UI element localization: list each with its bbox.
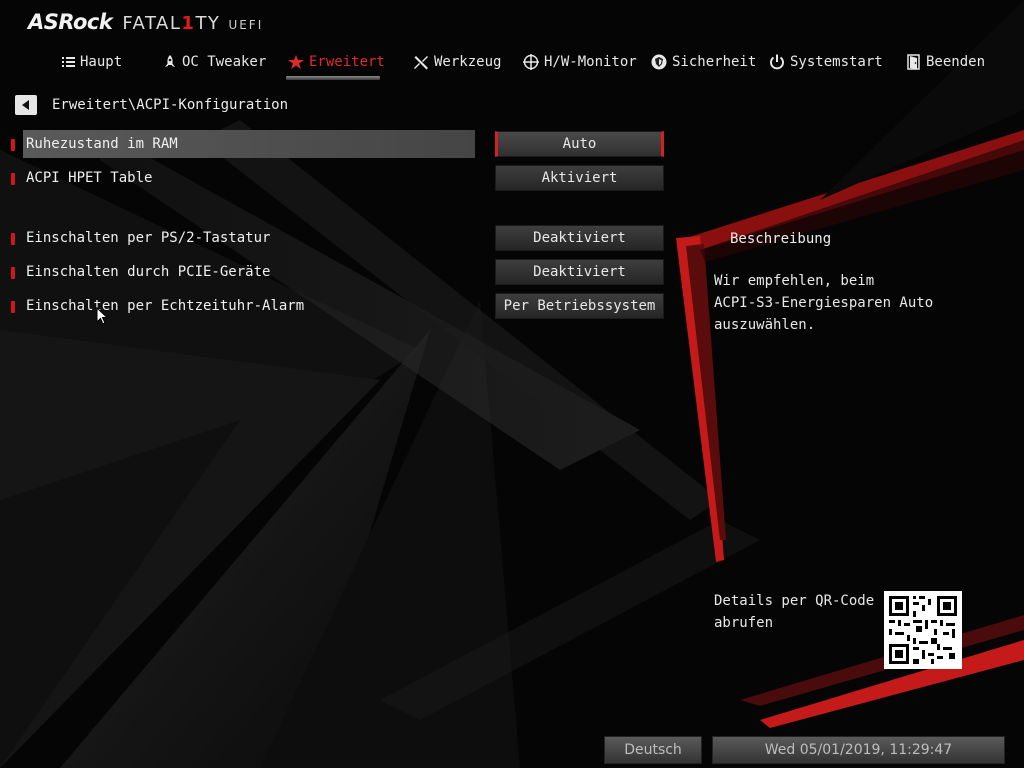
- setting-label: Einschalten per Echtzeituhr-Alarm: [26, 298, 305, 314]
- row-marker: [11, 267, 15, 279]
- tab-erweitert-label: Erweitert: [309, 54, 385, 70]
- logo-product-pre: FATAL: [122, 13, 182, 34]
- datetime-display: Wed 05/01/2019, 11:29:47: [712, 736, 1005, 764]
- setting-value-dropdown[interactable]: Deaktiviert: [495, 259, 664, 285]
- logo-brand: ASRock: [28, 10, 113, 34]
- mouse-cursor: [96, 306, 109, 329]
- tab-beenden[interactable]: Beenden: [907, 50, 985, 74]
- crosshair-icon: [523, 54, 539, 70]
- description-title: Beschreibung: [730, 231, 832, 247]
- tab-oc-tweaker[interactable]: OC Tweaker: [163, 50, 266, 74]
- tab-systemstart[interactable]: Systemstart: [769, 50, 883, 74]
- setting-value-dropdown[interactable]: Auto: [495, 131, 664, 157]
- language-button[interactable]: Deutsch: [604, 736, 702, 764]
- tab-systemstart-label: Systemstart: [790, 54, 883, 70]
- logo-product-post: TY: [195, 13, 221, 34]
- tab-erweitert[interactable]: Erweitert: [288, 50, 385, 74]
- setting-row-pcie-devices[interactable]: Einschalten durch PCIE-Geräte Deaktivier…: [0, 258, 680, 286]
- row-marker: [11, 173, 15, 185]
- tab-haupt[interactable]: Haupt: [62, 50, 122, 74]
- tab-sicherheit-label: Sicherheit: [672, 54, 757, 70]
- breadcrumb: Erweitert\ACPI-Konfiguration: [52, 97, 289, 113]
- tab-hw-monitor[interactable]: H/W-Monitor: [523, 50, 637, 74]
- tab-haupt-label: Haupt: [80, 54, 123, 70]
- tab-werkzeug-label: Werkzeug: [434, 54, 502, 70]
- tab-oc-tweaker-label: OC Tweaker: [182, 54, 267, 70]
- power-icon: [770, 54, 784, 70]
- row-marker: [11, 233, 15, 245]
- active-tab-indicator: [286, 76, 380, 80]
- tab-beenden-label: Beenden: [926, 54, 986, 70]
- row-marker: [11, 139, 15, 151]
- tab-sicherheit[interactable]: Sicherheit: [651, 50, 756, 74]
- setting-row-ruhezustand[interactable]: Ruhezustand im RAM Auto: [0, 130, 680, 158]
- logo-suffix: UEFI: [228, 18, 264, 32]
- setting-value-dropdown[interactable]: Per Betriebssystem: [495, 293, 664, 319]
- logo-product: FATAL1TY: [122, 13, 220, 34]
- list-icon: [62, 57, 75, 67]
- logo-product-one: 1: [181, 13, 196, 34]
- row-marker: [11, 301, 15, 313]
- setting-label: Einschalten per PS/2-Tastatur: [26, 230, 271, 246]
- shield-icon: [651, 54, 667, 70]
- qr-code: [884, 591, 962, 669]
- tools-icon: [414, 55, 428, 69]
- cursor-arrow-icon: [96, 306, 109, 325]
- star-icon: [288, 55, 304, 69]
- setting-label: Ruhezustand im RAM: [26, 136, 178, 152]
- setting-value-dropdown[interactable]: Aktiviert: [495, 165, 664, 191]
- asrock-logo: ASRock FATAL1TY UEFI: [28, 10, 263, 36]
- background-decoration: [0, 0, 1024, 768]
- tab-hw-monitor-label: H/W-Monitor: [544, 54, 637, 70]
- setting-value-dropdown[interactable]: Deaktiviert: [495, 225, 664, 251]
- back-button[interactable]: [15, 95, 37, 115]
- setting-label: Einschalten durch PCIE-Geräte: [26, 264, 271, 280]
- qr-code-caption: Details per QR-Code abrufen: [714, 593, 875, 631]
- description-text: Wir empfehlen, beim ACPI-S3-Energiespare…: [714, 273, 934, 333]
- setting-label: ACPI HPET Table: [26, 170, 153, 186]
- qr-code-icon: [884, 591, 962, 669]
- rocket-icon: [165, 55, 175, 67]
- setting-row-ps2-keyboard[interactable]: Einschalten per PS/2-Tastatur Deaktivier…: [0, 224, 680, 252]
- chevron-left-icon: [22, 100, 29, 110]
- exit-door-icon: [907, 54, 920, 70]
- tab-werkzeug[interactable]: Werkzeug: [414, 50, 501, 74]
- setting-row-acpi-hpet[interactable]: ACPI HPET Table Aktiviert: [0, 164, 680, 192]
